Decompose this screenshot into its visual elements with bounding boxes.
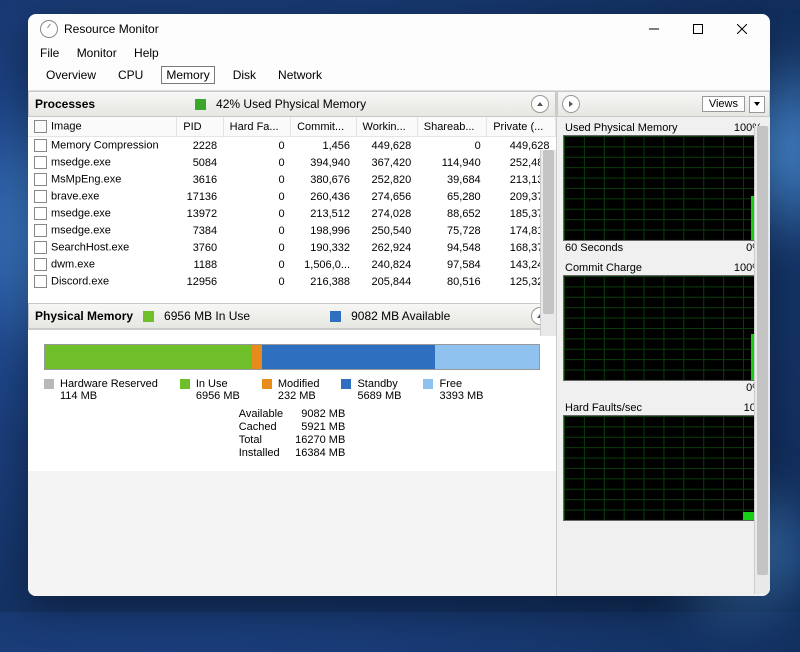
membar-free [435,345,539,369]
memory-legend: Hardware Reserved114 MB In Use6956 MB Modi… [44,378,540,402]
close-button[interactable] [720,14,764,44]
processes-header[interactable]: Processes 42% Used Physical Memory [28,91,556,117]
minimize-button[interactable] [632,14,676,44]
col-header[interactable]: Commit... [291,117,356,137]
membar-modified [252,345,262,369]
menu-help[interactable]: Help [134,46,159,60]
tab-network[interactable]: Network [274,67,326,83]
physical-inuse: 6956 MB In Use [164,309,250,323]
col-header[interactable]: Shareab... [417,117,486,137]
nav-icon[interactable] [562,95,580,113]
table-row[interactable]: Discord.exe129560216,388205,84480,516125… [28,273,556,290]
table-row[interactable]: brave.exe171360260,436274,65665,280209,3… [28,188,556,205]
charts-header: Views [557,91,770,117]
legend-item: Standby5689 MB [341,378,401,402]
app-icon [40,20,58,38]
table-row[interactable]: SearchHost.exe37600190,332262,92494,5481… [28,239,556,256]
table-row[interactable]: msedge.exe50840394,940367,420114,940252,… [28,154,556,171]
table-row[interactable]: Memory Compression222801,456449,6280449,… [28,137,556,155]
menubar: File Monitor Help [28,44,770,64]
collapse-icon[interactable] [531,95,549,113]
memory-bar [44,344,540,370]
resource-monitor-window: Resource Monitor File Monitor Help Overv… [28,14,770,596]
chart: Used Physical Memory100%60 Seconds0% [563,121,764,255]
menu-file[interactable]: File [40,46,59,60]
chart: Commit Charge100%0% [563,261,764,395]
scrollbar[interactable] [540,150,556,336]
tab-memory[interactable]: Memory [161,66,214,84]
window-title: Resource Monitor [64,22,159,36]
col-header[interactable]: Workin... [356,117,417,137]
avail-icon [330,311,341,322]
tabs: Overview CPU Memory Disk Network [28,64,770,90]
table-row[interactable]: msedge.exe73840198,996250,54075,728174,8… [28,222,556,239]
legend-item: Modified232 MB [262,378,320,402]
processes-status: 42% Used Physical Memory [216,97,366,111]
tab-overview[interactable]: Overview [42,67,100,83]
tab-cpu[interactable]: CPU [114,67,147,83]
legend-item: In Use6956 MB [180,378,240,402]
views-button[interactable]: Views [702,96,745,112]
processes-table[interactable]: ImagePIDHard Fa...Commit...Workin...Shar… [28,117,556,303]
physical-header[interactable]: Physical Memory 6956 MB In Use 9082 MB A… [28,303,556,329]
memory-icon [195,99,206,110]
table-row[interactable]: dwm.exe118801,506,0...240,82497,584143,2… [28,256,556,273]
col-header[interactable]: Hard Fa... [223,117,290,137]
col-header[interactable]: PID [177,117,223,137]
membar-inuse [45,345,252,369]
legend-item: Free3393 MB [423,378,483,402]
tab-disk[interactable]: Disk [229,67,260,83]
physical-panel: Hardware Reserved114 MB In Use6956 MB Modi… [28,329,556,471]
physical-avail: 9082 MB Available [351,309,450,323]
titlebar[interactable]: Resource Monitor [28,14,770,44]
physical-title: Physical Memory [35,309,133,323]
chart: Hard Faults/sec1000 [563,401,764,535]
views-dropdown-icon[interactable] [749,96,765,113]
legend-item: Hardware Reserved114 MB [44,378,158,402]
table-row[interactable]: msedge.exe139720213,512274,02888,652185,… [28,205,556,222]
col-header[interactable]: Private (... [487,117,556,137]
membar-standby [262,345,435,369]
menu-monitor[interactable]: Monitor [77,46,117,60]
inuse-icon [143,311,154,322]
maximize-button[interactable] [676,14,720,44]
scrollbar[interactable] [754,126,770,594]
memory-summary: Available9082 MBCached5921 MBTotal16270 … [44,408,540,459]
table-row[interactable]: MsMpEng.exe36160380,676252,82039,684213,… [28,171,556,188]
processes-title: Processes [35,97,95,111]
col-header[interactable]: Image [28,117,177,137]
charts-area: Used Physical Memory100%60 Seconds0%Comm… [557,117,770,596]
